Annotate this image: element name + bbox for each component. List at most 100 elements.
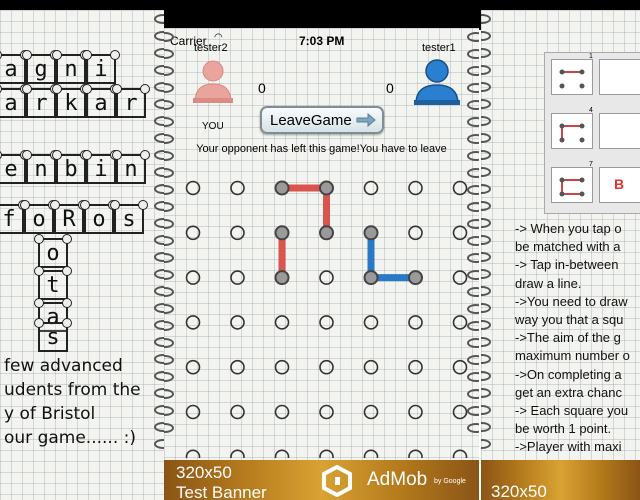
board-dot[interactable] [452, 180, 468, 196]
spiral-ring [164, 236, 174, 246]
board-dot[interactable] [230, 225, 245, 241]
board-dot[interactable] [319, 449, 334, 458]
spiral-ring [467, 304, 479, 314]
instruction-line: way you that a squ [515, 312, 624, 328]
board-dot[interactable] [274, 180, 290, 196]
board-dot[interactable] [319, 180, 334, 196]
spiral-ring [467, 406, 479, 416]
spiral-ring [481, 65, 491, 75]
board-dot[interactable] [185, 359, 201, 375]
ad-banner[interactable]: 320x50 Test Banner AdMob by Google [164, 460, 479, 500]
board-dot[interactable] [274, 225, 290, 241]
board-dot[interactable] [408, 315, 423, 330]
board-dot[interactable] [452, 359, 468, 375]
instructions-text: -> When you tap o be matched with a -> Tap… [515, 220, 640, 457]
board-dot[interactable] [319, 359, 334, 375]
board-dot[interactable] [408, 449, 423, 458]
board-dot[interactable] [452, 225, 468, 241]
board-dot[interactable] [230, 315, 245, 330]
spiral-ring [481, 439, 491, 449]
spiral-ring [154, 252, 164, 262]
board-dot[interactable] [274, 404, 290, 420]
spiral-rings-left [154, 10, 164, 460]
board-dot[interactable] [363, 449, 379, 458]
player-right-name: tester1 [422, 42, 456, 54]
spiral-ring [481, 303, 491, 313]
board-dot[interactable] [408, 404, 423, 420]
board-dot[interactable] [185, 404, 201, 420]
board-dot[interactable] [274, 270, 290, 286]
board-dot[interactable] [185, 225, 201, 241]
spiral-rings-center-left [164, 28, 176, 460]
board-dot[interactable] [319, 315, 334, 330]
spiral-ring [164, 287, 174, 297]
board-dot[interactable] [363, 359, 379, 375]
board-dot[interactable] [363, 315, 379, 330]
board-dot[interactable] [408, 225, 423, 241]
spiral-ring [481, 133, 491, 143]
board-dot[interactable] [185, 270, 201, 285]
tutorial-dots-icon [559, 69, 585, 89]
board-dot[interactable] [274, 449, 290, 458]
tile-row: t [34, 266, 72, 300]
board-dot[interactable] [363, 180, 379, 196]
tutorial-grid: 1 4 7 B [544, 52, 640, 214]
game-screen: Carrier ◠ 7:03 PM tester2 0 YOU tester1 … [164, 28, 479, 500]
instruction-line: draw a line. [515, 275, 582, 291]
board-dot[interactable] [319, 404, 334, 420]
board-dot[interactable] [274, 359, 290, 375]
spiral-ring [164, 32, 174, 42]
spiral-ring [154, 150, 164, 160]
spiral-ring [154, 99, 164, 109]
board-dot[interactable] [452, 449, 468, 458]
spiral-ring [481, 48, 491, 58]
caption-line-4: our game...... :) [4, 428, 136, 448]
spiral-ring [467, 134, 479, 144]
board-dot[interactable] [230, 449, 245, 458]
board-dot[interactable] [230, 270, 245, 285]
caption-line-3: y of Bristol [4, 404, 96, 424]
board-dot[interactable] [185, 180, 201, 196]
spiral-ring [164, 134, 174, 144]
board-dot[interactable] [230, 404, 245, 420]
board-dot[interactable] [230, 359, 245, 375]
board-dot[interactable] [185, 315, 201, 330]
board-dot[interactable] [230, 180, 245, 196]
board-dot[interactable] [363, 404, 379, 420]
spiral-ring [467, 253, 479, 263]
spiral-ring [481, 252, 491, 262]
spiral-ring [481, 218, 491, 228]
board-dot[interactable] [185, 449, 201, 458]
board-dot[interactable] [408, 180, 423, 196]
spiral-ring [481, 269, 491, 279]
letter-tile: o [20, 200, 58, 234]
spiral-ring [154, 218, 164, 228]
spiral-ring [164, 83, 174, 93]
leave-game-button[interactable]: LeaveGame [260, 106, 384, 134]
spiral-ring [481, 167, 491, 177]
spiral-ring [154, 235, 164, 245]
spiral-ring [164, 270, 174, 280]
spiral-ring [154, 286, 164, 296]
board-dot[interactable] [363, 270, 379, 286]
board-dot[interactable] [452, 315, 468, 330]
right-ad-banner: 320x50 [481, 460, 640, 500]
you-label: YOU [202, 121, 224, 132]
board-dot[interactable] [319, 270, 334, 285]
letter-tile: s [34, 318, 72, 352]
spiral-rings-center-right [467, 28, 479, 460]
board-dot[interactable] [408, 359, 423, 375]
board-dot[interactable] [408, 270, 423, 286]
instruction-line: be matched with a [515, 239, 621, 255]
board-dot[interactable] [452, 404, 468, 420]
instruction-line: -> Each square you [515, 403, 629, 419]
spiral-ring [481, 150, 491, 160]
admob-logo-icon [322, 465, 352, 497]
tutorial-cell-8: B [599, 167, 640, 203]
letter-tile: R [50, 200, 88, 234]
board-dot[interactable] [274, 315, 290, 330]
letter-tile: n [112, 150, 150, 184]
board-dot[interactable] [363, 225, 379, 241]
board-dot[interactable] [452, 270, 468, 285]
board-dot[interactable] [319, 225, 334, 241]
